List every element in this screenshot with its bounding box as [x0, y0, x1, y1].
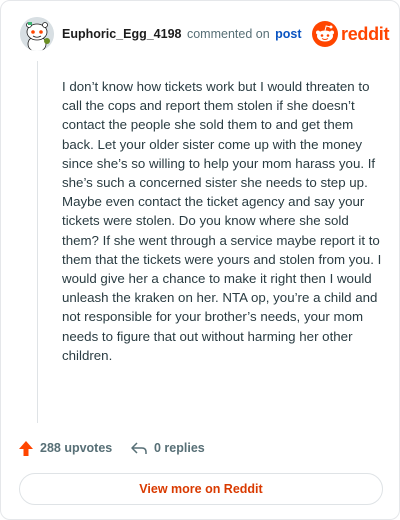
username-link[interactable]: Euphoric_Egg_4198 — [62, 27, 182, 41]
reddit-logo[interactable]: reddit — [312, 19, 390, 49]
upvote-button[interactable]: 288 upvotes — [18, 437, 112, 459]
thread-line — [37, 61, 38, 423]
reddit-wordmark: reddit — [341, 24, 390, 44]
reddit-logo-icon — [312, 21, 338, 47]
comment-meta: Euphoric_Egg_4198 commented on post — [62, 27, 302, 41]
replies-button[interactable]: 0 replies — [130, 437, 205, 459]
comment-body: I don’t know how tickets work but I woul… — [62, 79, 382, 363]
post-link[interactable]: post — [275, 27, 301, 41]
view-more-button[interactable]: View more on Reddit — [19, 473, 383, 505]
comment-header: Euphoric_Egg_4198 commented on post redd… — [20, 17, 390, 51]
comment-embed-card: Euphoric_Egg_4198 commented on post redd… — [0, 0, 400, 520]
upvote-count: 288 upvotes — [40, 441, 113, 455]
snoo-avatar-icon — [20, 17, 54, 51]
commented-on-text: commented on — [186, 27, 270, 41]
comment-actions: 288 upvotes 0 replies — [18, 437, 378, 459]
upvote-arrow-icon — [19, 440, 33, 456]
reply-arrow-icon — [131, 442, 147, 454]
reply-count: 0 replies — [154, 441, 205, 455]
user-avatar[interactable] — [20, 17, 54, 51]
